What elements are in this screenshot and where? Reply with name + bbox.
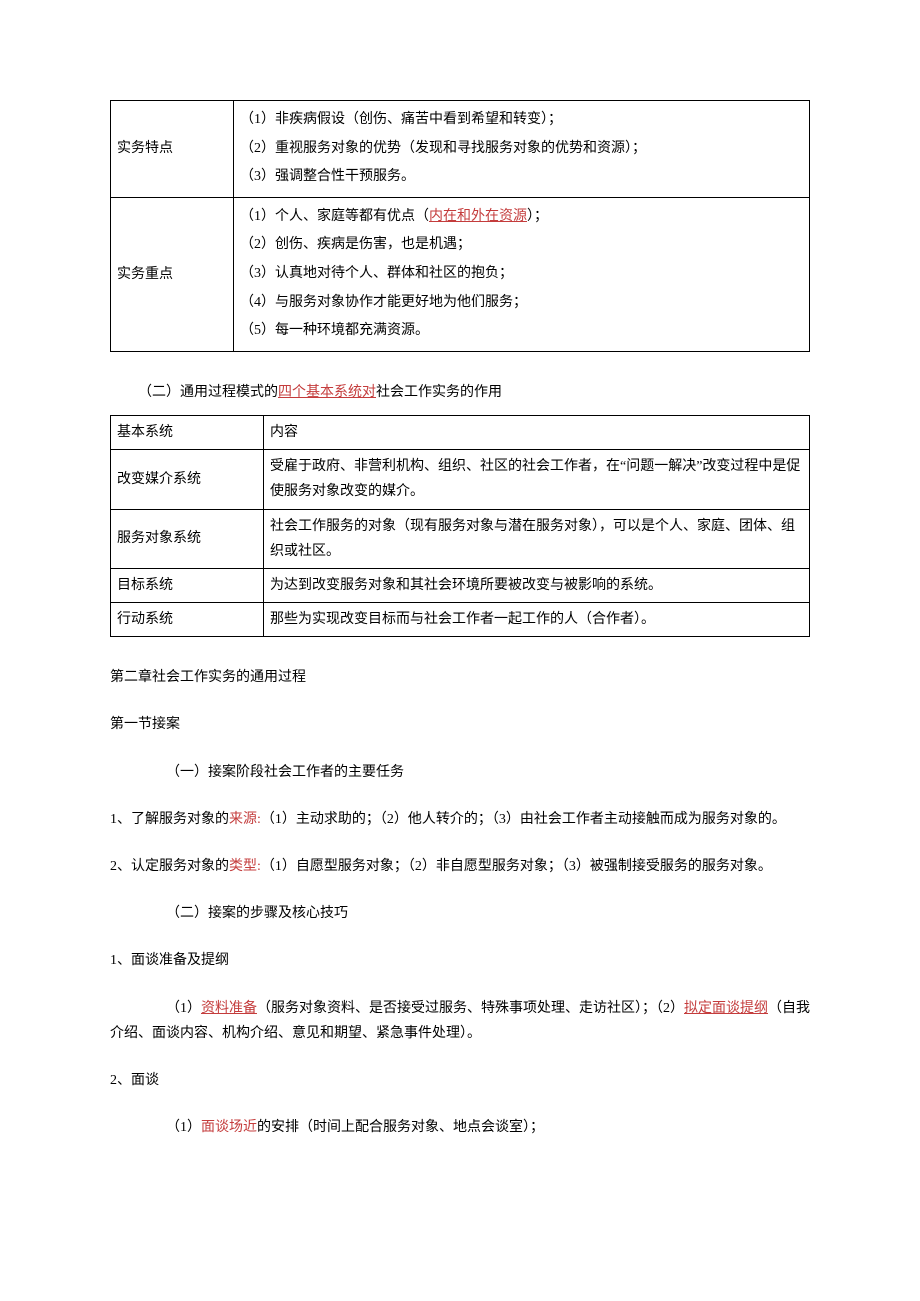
- row-label: 实务特点: [111, 101, 234, 198]
- list-item: （2）创伤、疾病是伤害，也是机遇；: [240, 232, 803, 259]
- highlight-text: 来源:: [229, 812, 261, 827]
- paragraph: 1、面谈准备及提纲: [110, 948, 810, 973]
- table-practice-features: 实务特点 （1）非疾病假设（创伤、痛苦中看到希望和转变）； （2）重视服务对象的…: [110, 100, 810, 352]
- row-label: 实务重点: [111, 197, 234, 351]
- subsection-heading: （二）接案的步骤及核心技巧: [110, 901, 810, 926]
- text: （1）: [166, 1120, 201, 1135]
- table-row: 目标系统 为达到改变服务对象和其社会环境所要被改变与被影响的系统。: [111, 568, 810, 602]
- table-row: 实务重点 （1）个人、家庭等都有优点（内在和外在资源）； （2）创伤、疾病是伤害…: [111, 197, 810, 351]
- row-label: 服务对象系统: [111, 509, 264, 568]
- row-content: 那些为实现改变目标而与社会工作者一起工作的人（合作者）。: [264, 603, 810, 637]
- row-content: （1）个人、家庭等都有优点（内在和外在资源）； （2）创伤、疾病是伤害，也是机遇…: [234, 197, 810, 351]
- text: （1）: [166, 1001, 201, 1016]
- list-item: （5）每一种环境都充满资源。: [240, 318, 803, 345]
- row-label: 改变媒介系统: [111, 450, 264, 509]
- table-basic-systems: 基本系统 内容 改变媒介系统 受雇于政府、非营利机构、组织、社区的社会工作者，在…: [110, 415, 810, 637]
- table-row: 改变媒介系统 受雇于政府、非营利机构、组织、社区的社会工作者，在“问题一解决”改…: [111, 450, 810, 509]
- table-row: 服务对象系统 社会工作服务的对象（现有服务对象与潜在服务对象），可以是个人、家庭…: [111, 509, 810, 568]
- table-row: 基本系统 内容: [111, 415, 810, 449]
- section-heading: 第一节接案: [110, 712, 810, 737]
- text: 1、了解服务对象的: [110, 812, 229, 827]
- paragraph: 1、了解服务对象的来源:（1）主动求助的；（2）他人转介的；（3）由社会工作者主…: [110, 807, 810, 832]
- row-label: 行动系统: [111, 603, 264, 637]
- text: 2、认定服务对象的: [110, 859, 229, 874]
- row-content: 受雇于政府、非营利机构、组织、社区的社会工作者，在“问题一解决”改变过程中是促使…: [264, 450, 810, 509]
- text: （二）通用过程模式的: [138, 385, 278, 400]
- highlight-text: 类型:: [229, 859, 261, 874]
- row-content: 为达到改变服务对象和其社会环境所要被改变与被影响的系统。: [264, 568, 810, 602]
- table-header-cell: 基本系统: [111, 415, 264, 449]
- text: 的安排（时间上配合服务对象、地点会谈室）；: [257, 1120, 544, 1135]
- chapter-heading: 第二章社会工作实务的通用过程: [110, 665, 810, 690]
- highlight-text: 内在和外在资源: [429, 209, 527, 224]
- highlight-text: 面谈场近: [201, 1120, 257, 1135]
- text: （服务对象资料、是否接受过服务、特殊事项处理、走访社区）；（2）: [257, 1001, 684, 1016]
- paragraph: 2、认定服务对象的类型:（1）自愿型服务对象；（2）非自愿型服务对象；（3）被强…: [110, 854, 810, 879]
- text: （1）主动求助的；（2）他人转介的；（3）由社会工作者主动接触而成为服务对象的。: [261, 812, 786, 827]
- table-header-cell: 内容: [264, 415, 810, 449]
- highlight-text: 四个基本系统对: [278, 385, 376, 400]
- text: （1）个人、家庭等都有优点（: [240, 209, 429, 224]
- table-row: 实务特点 （1）非疾病假设（创伤、痛苦中看到希望和转变）； （2）重视服务对象的…: [111, 101, 810, 198]
- highlight-text: 资料准备: [201, 1001, 257, 1016]
- text: 社会工作实务的作用: [376, 385, 502, 400]
- row-label: 目标系统: [111, 568, 264, 602]
- list-item: （4）与服务对象协作才能更好地为他们服务；: [240, 290, 803, 317]
- subsection-heading: （一）接案阶段社会工作者的主要任务: [110, 760, 810, 785]
- list-item: （1）个人、家庭等都有优点（内在和外在资源）；: [240, 204, 803, 231]
- paragraph: 2、面谈: [110, 1068, 810, 1093]
- highlight-text: 拟定面谈提纲: [684, 1001, 768, 1016]
- paragraph: （1）面谈场近的安排（时间上配合服务对象、地点会谈室）；: [110, 1115, 810, 1140]
- list-item: （1）非疾病假设（创伤、痛苦中看到希望和转变）；: [240, 107, 803, 134]
- list-item: （3）认真地对待个人、群体和社区的抱负；: [240, 261, 803, 288]
- row-content: 社会工作服务的对象（现有服务对象与潜在服务对象），可以是个人、家庭、团体、组织或…: [264, 509, 810, 568]
- list-item: （2）重视服务对象的优势（发现和寻找服务对象的优势和资源）；: [240, 136, 803, 163]
- text: （1）自愿型服务对象；（2）非自愿型服务对象；（3）被强制接受服务的服务对象。: [261, 859, 772, 874]
- section-heading: （二）通用过程模式的四个基本系统对社会工作实务的作用: [110, 380, 810, 405]
- table-row: 行动系统 那些为实现改变目标而与社会工作者一起工作的人（合作者）。: [111, 603, 810, 637]
- row-content: （1）非疾病假设（创伤、痛苦中看到希望和转变）； （2）重视服务对象的优势（发现…: [234, 101, 810, 198]
- paragraph: （1）资料准备（服务对象资料、是否接受过服务、特殊事项处理、走访社区）；（2）拟…: [110, 996, 810, 1046]
- text: ）；: [527, 209, 548, 224]
- list-item: （3）强调整合性干预服务。: [240, 164, 803, 191]
